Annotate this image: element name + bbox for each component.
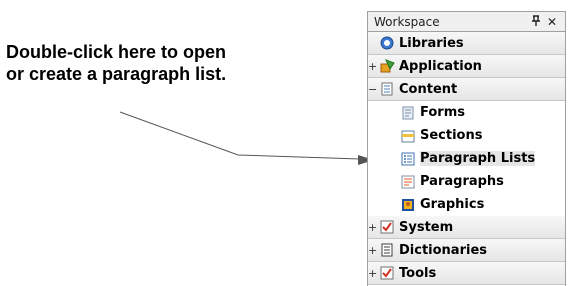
collapse-toggle[interactable]: − (368, 83, 377, 96)
paragraph-lists-icon (401, 152, 415, 166)
tree-item-label: Paragraph Lists (420, 151, 536, 166)
tree-item-content[interactable]: − Content (368, 78, 565, 101)
tree-item-label: Graphics (420, 197, 485, 212)
paragraphs-icon (401, 175, 415, 189)
libraries-icon (380, 36, 394, 50)
tree-item-dictionaries[interactable]: + Dictionaries (368, 239, 565, 262)
tree-item-paragraph-lists[interactable]: Paragraph Lists (368, 147, 565, 170)
tree-item-label: Paragraphs (420, 174, 504, 189)
tree-item-label: System (399, 219, 454, 235)
tree-item-sections[interactable]: Sections (368, 124, 565, 147)
graphics-icon (401, 198, 415, 212)
tree-item-label: Forms (420, 105, 465, 120)
tree-item-label: Libraries (399, 35, 464, 51)
expand-toggle[interactable]: + (368, 221, 377, 234)
sections-icon (401, 129, 415, 143)
system-icon (380, 220, 394, 234)
workspace-panel: Workspace ✕ Libraries + Application − Co… (367, 11, 566, 286)
expand-toggle[interactable]: + (368, 267, 377, 280)
expand-toggle[interactable]: + (368, 244, 377, 257)
tree-item-application[interactable]: + Application (368, 55, 565, 78)
close-icon[interactable]: ✕ (545, 15, 559, 29)
expand-toggle[interactable]: + (368, 60, 377, 73)
workspace-titlebar: Workspace ✕ (367, 11, 566, 32)
tree-item-paragraphs[interactable]: Paragraphs (368, 170, 565, 193)
tree-item-system[interactable]: + System (368, 216, 565, 239)
tree-item-forms[interactable]: Forms (368, 101, 565, 124)
content-icon (380, 82, 394, 96)
tree-item-label: Sections (420, 128, 483, 143)
workspace-title: Workspace (374, 14, 440, 29)
dictionaries-icon (380, 243, 394, 257)
pin-icon[interactable] (529, 14, 543, 29)
tree-item-label: Tools (399, 265, 437, 281)
tools-icon (380, 266, 394, 280)
tree-item-label: Dictionaries (399, 242, 488, 258)
forms-icon (401, 106, 415, 120)
tree-item-label: Content (399, 81, 458, 97)
tree-item-libraries[interactable]: Libraries (368, 32, 565, 55)
application-icon (380, 59, 395, 73)
tree-item-graphics[interactable]: Graphics (368, 193, 565, 216)
tree-item-label: Application (399, 58, 482, 74)
tree-item-tools[interactable]: + Tools (368, 262, 565, 285)
